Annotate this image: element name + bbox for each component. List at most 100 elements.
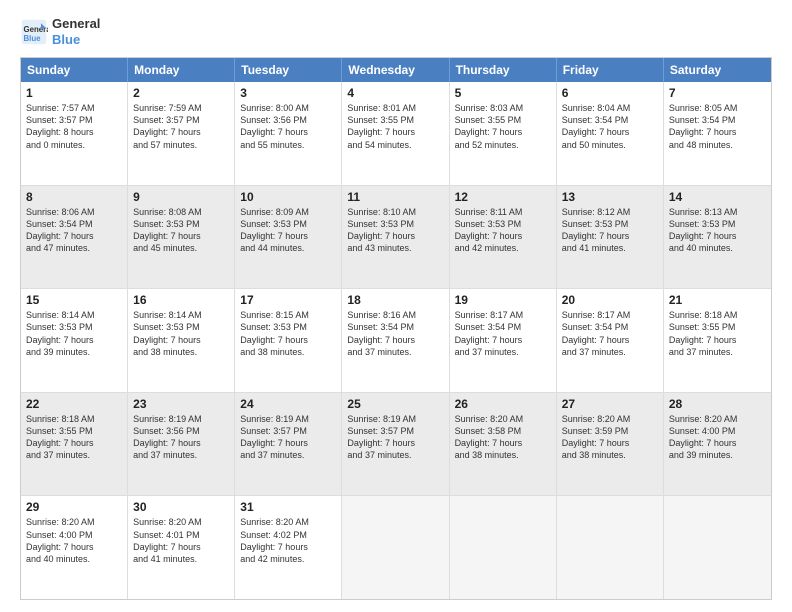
cal-cell: 13 Sunrise: 8:12 AM Sunset: 3:53 PM Dayli… [557,186,664,289]
cell-info: Sunrise: 7:57 AM Sunset: 3:57 PM Dayligh… [26,102,122,151]
cal-cell: 17 Sunrise: 8:15 AM Sunset: 3:53 PM Dayli… [235,289,342,392]
logo-icon: General Blue [20,18,48,46]
cal-cell: 19 Sunrise: 8:17 AM Sunset: 3:54 PM Dayli… [450,289,557,392]
day-number: 7 [669,86,766,100]
day-number: 4 [347,86,443,100]
cell-info: Sunrise: 8:13 AM Sunset: 3:53 PM Dayligh… [669,206,766,255]
cell-info: Sunrise: 8:14 AM Sunset: 3:53 PM Dayligh… [133,309,229,358]
cal-cell: 24Sunrise: 8:19 AM Sunset: 3:57 PM Dayli… [235,393,342,496]
cal-cell: 22 Sunrise: 8:18 AM Sunset: 3:55 PM Dayli… [21,393,128,496]
logo: General Blue General Blue [20,16,100,47]
day-number: 23 [133,397,229,411]
day-number: 13 [562,190,658,204]
cell-info: Sunrise: 8:18 AM Sunset: 3:55 PM Dayligh… [26,413,122,462]
cell-info: Sunrise: 8:20 AM Sunset: 4:00 PM Dayligh… [26,516,122,565]
cal-cell: 30 Sunrise: 8:20 AM Sunset: 4:01 PM Dayli… [128,496,235,599]
day-number: 12 [455,190,551,204]
day-number: 19 [455,293,551,307]
cell-info: Sunrise: 8:14 AM Sunset: 3:53 PM Dayligh… [26,309,122,358]
cal-cell: 27 Sunrise: 8:20 AM Sunset: 3:59 PM Dayli… [557,393,664,496]
svg-text:General: General [24,25,49,34]
cal-row: 22 Sunrise: 8:18 AM Sunset: 3:55 PM Dayli… [21,392,771,496]
cell-info: Sunrise: 8:20 AM Sunset: 3:59 PM Dayligh… [562,413,658,462]
cal-header-day: Monday [128,58,235,82]
day-number: 14 [669,190,766,204]
cell-info: Sunrise: 8:20 AM Sunset: 4:02 PM Dayligh… [240,516,336,565]
day-number: 2 [133,86,229,100]
logo-text: General [52,16,100,32]
cell-info: Sunrise: 8:20 AM Sunset: 4:01 PM Dayligh… [133,516,229,565]
day-number: 3 [240,86,336,100]
day-number: 27 [562,397,658,411]
cal-header-day: Friday [557,58,664,82]
cell-info: Sunrise: 8:09 AM Sunset: 3:53 PM Dayligh… [240,206,336,255]
day-number: 30 [133,500,229,514]
cal-cell [342,496,449,599]
cal-cell: 12 Sunrise: 8:11 AM Sunset: 3:53 PM Dayli… [450,186,557,289]
cell-info: Sunrise: 8:19 AM Sunset: 3:57 PM Dayligh… [240,413,336,462]
cal-cell: 25 Sunrise: 8:19 AM Sunset: 3:57 PM Dayli… [342,393,449,496]
day-number: 5 [455,86,551,100]
cell-info: Sunrise: 8:08 AM Sunset: 3:53 PM Dayligh… [133,206,229,255]
cal-cell: 9 Sunrise: 8:08 AM Sunset: 3:53 PM Daylig… [128,186,235,289]
cal-row: 8Sunrise: 8:06 AM Sunset: 3:54 PM Daylig… [21,185,771,289]
cell-info: Sunrise: 8:01 AM Sunset: 3:55 PM Dayligh… [347,102,443,151]
cell-info: Sunrise: 8:15 AM Sunset: 3:53 PM Dayligh… [240,309,336,358]
cell-info: Sunrise: 7:59 AM Sunset: 3:57 PM Dayligh… [133,102,229,151]
cell-info: Sunrise: 8:12 AM Sunset: 3:53 PM Dayligh… [562,206,658,255]
cal-cell: 11 Sunrise: 8:10 AM Sunset: 3:53 PM Dayli… [342,186,449,289]
day-number: 9 [133,190,229,204]
cal-cell: 14 Sunrise: 8:13 AM Sunset: 3:53 PM Dayli… [664,186,771,289]
cell-info: Sunrise: 8:19 AM Sunset: 3:57 PM Dayligh… [347,413,443,462]
day-number: 22 [26,397,122,411]
cell-info: Sunrise: 8:10 AM Sunset: 3:53 PM Dayligh… [347,206,443,255]
day-number: 21 [669,293,766,307]
cal-cell: 2 Sunrise: 7:59 AM Sunset: 3:57 PM Daylig… [128,82,235,185]
cell-info: Sunrise: 8:03 AM Sunset: 3:55 PM Dayligh… [455,102,551,151]
day-number: 11 [347,190,443,204]
cal-cell: 23 Sunrise: 8:19 AM Sunset: 3:56 PM Dayli… [128,393,235,496]
cal-cell: 3 Sunrise: 8:00 AM Sunset: 3:56 PM Daylig… [235,82,342,185]
svg-text:Blue: Blue [24,33,42,42]
cal-cell: 10 Sunrise: 8:09 AM Sunset: 3:53 PM Dayli… [235,186,342,289]
cal-row: 29Sunrise: 8:20 AM Sunset: 4:00 PM Dayli… [21,495,771,599]
cal-cell: 8Sunrise: 8:06 AM Sunset: 3:54 PM Daylig… [21,186,128,289]
calendar-header: SundayMondayTuesdayWednesdayThursdayFrid… [21,58,771,82]
day-number: 17 [240,293,336,307]
header: General Blue General Blue [20,16,772,47]
cal-cell: 5 Sunrise: 8:03 AM Sunset: 3:55 PM Daylig… [450,82,557,185]
day-number: 28 [669,397,766,411]
calendar: SundayMondayTuesdayWednesdayThursdayFrid… [20,57,772,600]
cell-info: Sunrise: 8:00 AM Sunset: 3:56 PM Dayligh… [240,102,336,151]
cal-row: 15 Sunrise: 8:14 AM Sunset: 3:53 PM Dayli… [21,288,771,392]
day-number: 26 [455,397,551,411]
cal-cell: 7 Sunrise: 8:05 AM Sunset: 3:54 PM Daylig… [664,82,771,185]
cal-cell: 16 Sunrise: 8:14 AM Sunset: 3:53 PM Dayli… [128,289,235,392]
cal-header-day: Saturday [664,58,771,82]
cell-info: Sunrise: 8:05 AM Sunset: 3:54 PM Dayligh… [669,102,766,151]
day-number: 16 [133,293,229,307]
cal-cell: 26 Sunrise: 8:20 AM Sunset: 3:58 PM Dayli… [450,393,557,496]
cal-row: 1 Sunrise: 7:57 AM Sunset: 3:57 PM Daylig… [21,82,771,185]
day-number: 1 [26,86,122,100]
cal-cell: 1 Sunrise: 7:57 AM Sunset: 3:57 PM Daylig… [21,82,128,185]
cal-cell: 21 Sunrise: 8:18 AM Sunset: 3:55 PM Dayli… [664,289,771,392]
cell-info: Sunrise: 8:04 AM Sunset: 3:54 PM Dayligh… [562,102,658,151]
cell-info: Sunrise: 8:18 AM Sunset: 3:55 PM Dayligh… [669,309,766,358]
cal-cell: 29Sunrise: 8:20 AM Sunset: 4:00 PM Dayli… [21,496,128,599]
cal-cell: 28Sunrise: 8:20 AM Sunset: 4:00 PM Dayli… [664,393,771,496]
cell-info: Sunrise: 8:11 AM Sunset: 3:53 PM Dayligh… [455,206,551,255]
day-number: 8 [26,190,122,204]
day-number: 15 [26,293,122,307]
cell-info: Sunrise: 8:20 AM Sunset: 3:58 PM Dayligh… [455,413,551,462]
cell-info: Sunrise: 8:17 AM Sunset: 3:54 PM Dayligh… [455,309,551,358]
cal-cell: 6Sunrise: 8:04 AM Sunset: 3:54 PM Daylig… [557,82,664,185]
day-number: 10 [240,190,336,204]
cell-info: Sunrise: 8:16 AM Sunset: 3:54 PM Dayligh… [347,309,443,358]
cell-info: Sunrise: 8:19 AM Sunset: 3:56 PM Dayligh… [133,413,229,462]
cal-header-day: Wednesday [342,58,449,82]
cal-header-day: Sunday [21,58,128,82]
cal-cell: 31Sunrise: 8:20 AM Sunset: 4:02 PM Dayli… [235,496,342,599]
day-number: 25 [347,397,443,411]
cal-cell: 18Sunrise: 8:16 AM Sunset: 3:54 PM Dayli… [342,289,449,392]
